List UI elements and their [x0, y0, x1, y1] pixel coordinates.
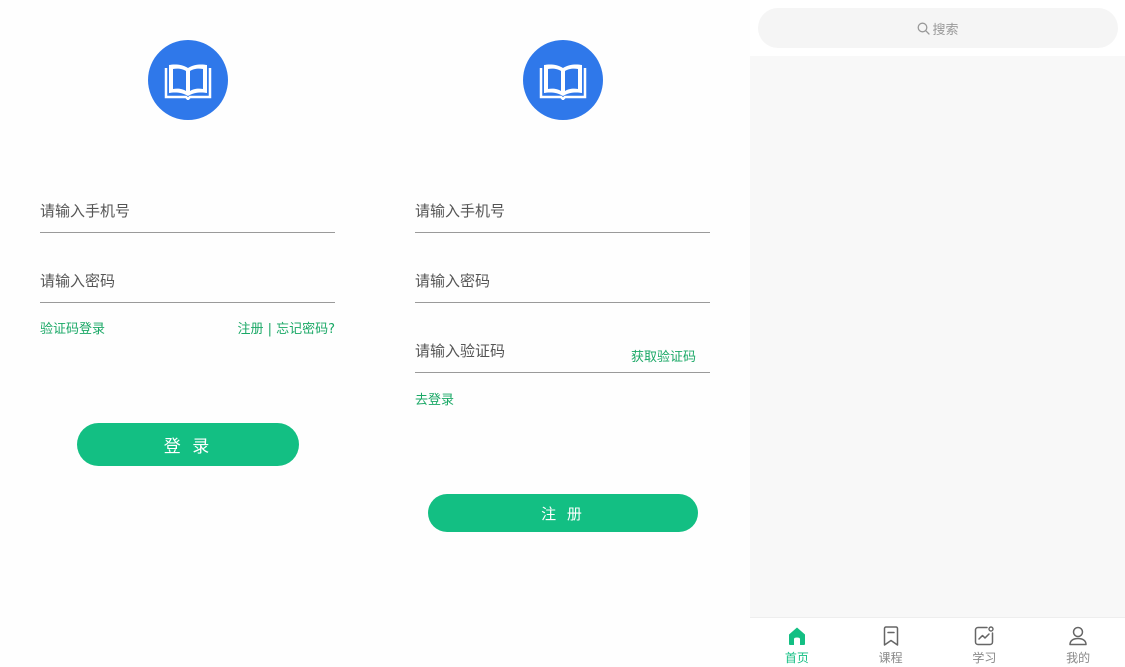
app-logo [148, 40, 228, 120]
tab-study[interactable]: 学习 [938, 618, 1032, 667]
tab-courses[interactable]: 课程 [844, 618, 938, 667]
password-input[interactable] [415, 259, 710, 302]
register-forgot-link[interactable]: 注册 | 忘记密码? [237, 318, 335, 337]
home-icon [788, 627, 805, 645]
app-logo [523, 40, 603, 120]
bookmark-icon [883, 626, 898, 646]
tab-label: 学习 [972, 651, 997, 665]
phone-field [40, 189, 335, 233]
home-content-area [750, 56, 1125, 617]
tab-label: 我的 [1066, 651, 1091, 665]
verification-code-field: 获取验证码 [415, 329, 710, 373]
go-login-link[interactable]: 去登录 [415, 389, 454, 408]
search-placeholder: 搜索 [932, 22, 959, 38]
search-bar[interactable]: 搜索 [758, 8, 1118, 48]
login-button[interactable]: 登 录 [77, 423, 299, 466]
user-icon [1069, 626, 1087, 646]
phone-input[interactable] [40, 189, 335, 232]
get-code-link[interactable]: 获取验证码 [631, 346, 696, 365]
login-screen: 验证码登录 注册 | 忘记密码? 登 录 [0, 0, 375, 667]
book-icon [164, 64, 212, 100]
home-screen: 搜索 首页 课程 学习 我的 [750, 0, 1125, 667]
phone-field [415, 189, 710, 233]
book-icon [539, 64, 587, 100]
code-login-link[interactable]: 验证码登录 [40, 318, 105, 337]
register-button[interactable]: 注 册 [428, 494, 698, 532]
register-screen: 获取验证码 去登录 注 册 [375, 0, 750, 667]
tab-label: 课程 [878, 651, 903, 665]
password-field [40, 259, 335, 303]
password-input[interactable] [40, 259, 335, 302]
tab-home[interactable]: 首页 [750, 618, 844, 667]
password-field [415, 259, 710, 303]
bottom-tab-bar: 首页 课程 学习 我的 [750, 617, 1125, 667]
search-icon [918, 22, 931, 35]
verification-code-input[interactable] [415, 329, 615, 372]
phone-input[interactable] [415, 189, 710, 232]
tab-label: 首页 [784, 651, 809, 665]
chart-icon [975, 626, 995, 646]
tab-mine[interactable]: 我的 [1031, 618, 1125, 667]
